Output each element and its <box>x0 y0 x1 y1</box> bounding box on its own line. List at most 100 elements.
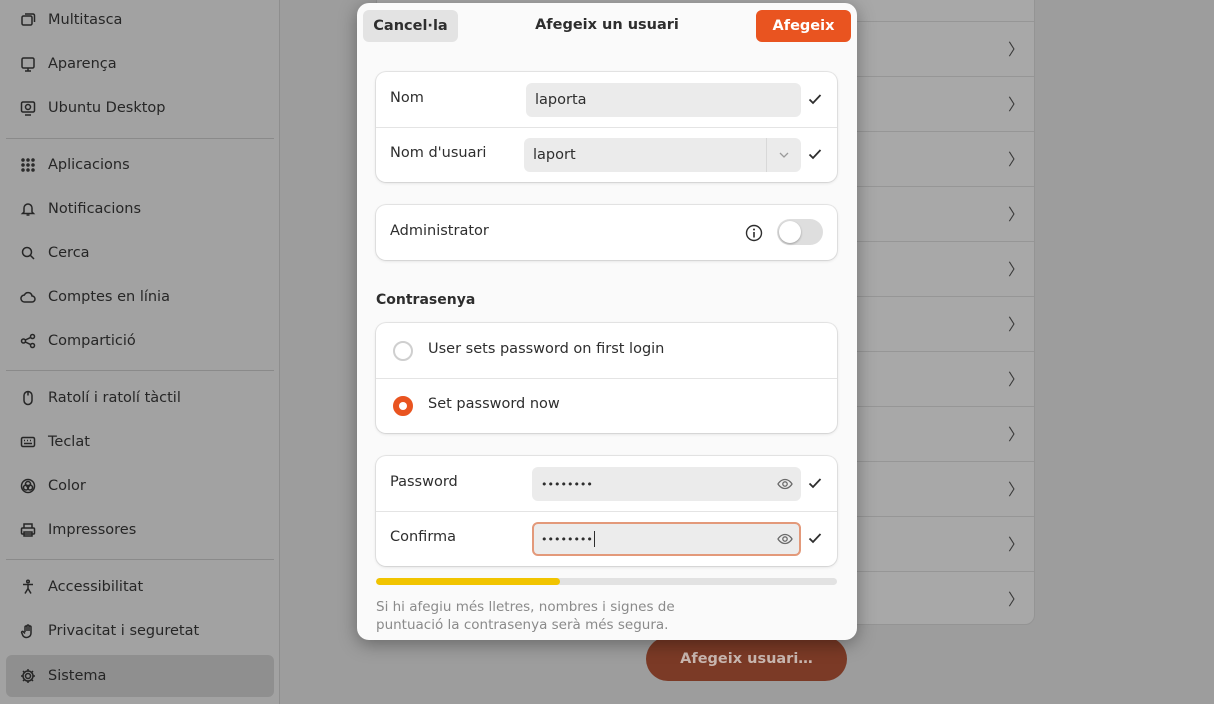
sidebar-item-label: Aplicacions <box>48 157 130 173</box>
printer-icon <box>20 522 36 538</box>
color-icon <box>20 478 36 494</box>
name-row: Nom laporta <box>376 72 837 127</box>
sidebar-item-label: Comptes en línia <box>48 289 170 305</box>
sidebar-divider <box>6 138 274 139</box>
password-value: •••••••• <box>541 477 593 491</box>
sidebar-item-appearance[interactable]: Aparença <box>6 43 274 85</box>
sidebar-item-label: Ratolí i ratolí tàctil <box>48 390 181 406</box>
sidebar-item-sharing[interactable]: Compartició <box>6 320 274 362</box>
sidebar-item-system[interactable]: Sistema <box>6 655 274 697</box>
sidebar-item-ubuntu-desktop[interactable]: Ubuntu Desktop <box>6 87 274 129</box>
name-field[interactable]: laporta <box>526 83 801 117</box>
sidebar-divider <box>6 559 274 560</box>
sidebar-divider <box>6 370 274 371</box>
confirm-field[interactable]: •••••••• <box>532 522 801 556</box>
confirm-row: Confirma •••••••• <box>376 511 837 566</box>
radio-set-now[interactable] <box>393 396 413 416</box>
chevron-right-icon: 〉 <box>1008 260 1025 279</box>
eye-icon[interactable] <box>777 531 793 547</box>
check-icon <box>807 475 823 491</box>
password-label: Password <box>390 474 458 490</box>
add-button[interactable]: Afegeix <box>756 10 851 42</box>
check-icon <box>807 530 823 546</box>
mouse-icon <box>20 390 36 406</box>
text-caret <box>593 531 595 547</box>
apps-grid-icon <box>20 157 36 173</box>
sidebar-item-apps[interactable]: Aplicacions <box>6 144 274 186</box>
keyboard-icon <box>20 434 36 450</box>
name-value: laporta <box>535 92 587 108</box>
appearance-icon <box>20 56 36 72</box>
sidebar-item-color[interactable]: Color <box>6 465 274 507</box>
username-dropdown-button[interactable] <box>766 138 801 172</box>
sidebar-item-search[interactable]: Cerca <box>6 232 274 274</box>
sidebar-item-label: Impressores <box>48 522 137 538</box>
chevron-right-icon: 〉 <box>1008 535 1025 554</box>
chevron-right-icon: 〉 <box>1008 370 1025 389</box>
add-user-dialog: Cancel·la Afegeix un usuari Afegeix Nom … <box>357 3 857 640</box>
sidebar-item-accessibility[interactable]: Accessibilitat <box>6 566 274 608</box>
password-strength-fill <box>376 578 561 585</box>
password-fields-card: Password •••••••• Confirma •••••••• <box>376 456 837 566</box>
radio-first-login[interactable] <box>393 341 413 361</box>
option-set-now-label: Set password now <box>428 396 560 412</box>
sidebar-item-label: Aparença <box>48 56 117 72</box>
add-user-background-button[interactable]: Afegeix usuari… <box>646 637 847 681</box>
admin-toggle[interactable] <box>777 219 823 245</box>
chevron-right-icon: 〉 <box>1008 590 1025 609</box>
option-first-login-label: User sets password on first login <box>428 341 665 357</box>
username-combo[interactable]: laport <box>524 138 801 172</box>
bell-icon <box>20 201 36 217</box>
chevron-right-icon: 〉 <box>1008 95 1025 114</box>
chevron-right-icon: 〉 <box>1008 315 1025 334</box>
cloud-icon <box>20 289 36 305</box>
chevron-down-icon <box>779 152 789 158</box>
admin-label: Administrator <box>390 223 489 239</box>
dialog-title: Afegeix un usuari <box>535 17 679 33</box>
username-label: Nom d'usuari <box>390 145 487 161</box>
sidebar-item-mouse[interactable]: Ratolí i ratolí tàctil <box>6 377 274 419</box>
check-icon <box>807 91 823 107</box>
search-icon <box>20 245 36 261</box>
username-row: Nom d'usuari laport <box>376 127 837 182</box>
password-section-heading: Contrasenya <box>376 292 476 308</box>
sidebar-item-notifications[interactable]: Notificacions <box>6 188 274 230</box>
sidebar-item-keyboard[interactable]: Teclat <box>6 421 274 463</box>
password-mode-card: User sets password on first login Set pa… <box>376 323 837 433</box>
chevron-right-icon: 〉 <box>1008 425 1025 444</box>
confirm-value: •••••••• <box>541 532 593 546</box>
sidebar-item-printers[interactable]: Impressores <box>6 509 274 551</box>
sidebar: Multitasca Aparença Ubuntu Desktop Aplic… <box>0 0 280 704</box>
sidebar-item-label: Accessibilitat <box>48 579 144 595</box>
password-hint: Si hi afegiu més lletres, nombres i sign… <box>376 599 675 633</box>
sidebar-item-label: Privacitat i seguretat <box>48 623 200 639</box>
option-first-login-row[interactable]: User sets password on first login <box>376 323 837 378</box>
chevron-right-icon: 〉 <box>1008 40 1025 59</box>
sidebar-item-label: Teclat <box>48 434 90 450</box>
admin-card: Administrator <box>376 205 837 260</box>
name-label: Nom <box>390 90 424 106</box>
sidebar-item-online-accounts[interactable]: Comptes en línia <box>6 276 274 318</box>
sidebar-item-privacy[interactable]: Privacitat i seguretat <box>6 610 274 652</box>
multitasking-icon <box>20 12 36 28</box>
confirm-label: Confirma <box>390 529 457 545</box>
sidebar-item-label: Cerca <box>48 245 90 261</box>
accessibility-icon <box>20 579 36 595</box>
chevron-right-icon: 〉 <box>1008 150 1025 169</box>
username-value: laport <box>533 147 576 163</box>
sidebar-item-label: Sistema <box>48 668 107 684</box>
option-set-now-row[interactable]: Set password now <box>376 378 837 433</box>
sidebar-item-multitasking[interactable]: Multitasca <box>6 0 274 41</box>
info-icon[interactable] <box>745 224 763 242</box>
gear-icon <box>20 668 36 684</box>
sidebar-item-label: Ubuntu Desktop <box>48 100 166 116</box>
cancel-button[interactable]: Cancel·la <box>363 10 458 42</box>
eye-icon[interactable] <box>777 476 793 492</box>
sidebar-item-label: Color <box>48 478 86 494</box>
hand-icon <box>20 623 36 639</box>
password-strength-bar <box>376 578 837 585</box>
password-field[interactable]: •••••••• <box>532 467 801 501</box>
sidebar-item-label: Multitasca <box>48 12 123 28</box>
password-row: Password •••••••• <box>376 456 837 511</box>
sidebar-item-label: Compartició <box>48 333 136 349</box>
